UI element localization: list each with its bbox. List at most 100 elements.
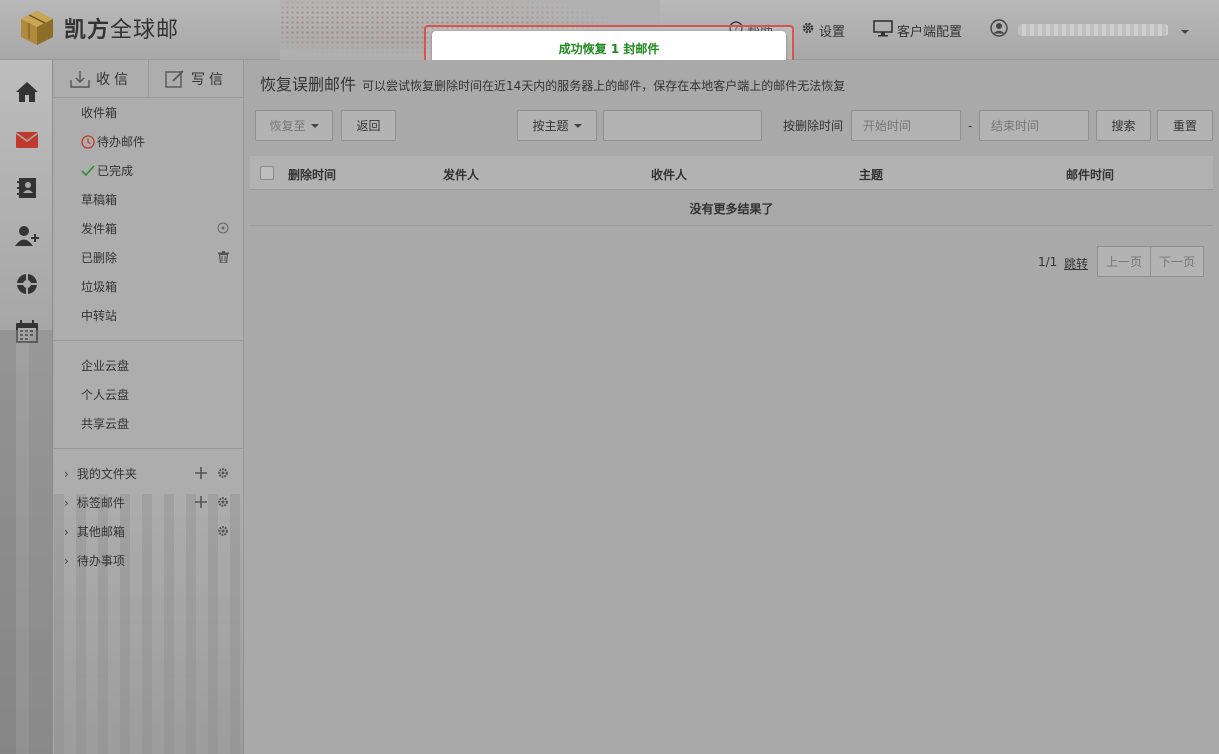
- folder-label: 个人云盘: [81, 388, 130, 402]
- divider: [54, 340, 243, 341]
- add-folder-icon[interactable]: [195, 467, 207, 482]
- logo-rest-text: 全球邮: [110, 18, 180, 43]
- trash-icon[interactable]: [218, 251, 229, 266]
- tag-gear-icon[interactable]: [217, 496, 229, 511]
- folder-personal-cloud[interactable]: 个人云盘: [54, 380, 243, 409]
- compose-mail-button[interactable]: 写信: [148, 60, 243, 97]
- user-plus-icon: [14, 226, 39, 246]
- folder-gear-icon[interactable]: [217, 467, 229, 482]
- check-icon: [81, 164, 95, 176]
- folder-label: 企业云盘: [81, 359, 130, 373]
- column-recipient[interactable]: 收件人: [651, 166, 687, 183]
- start-time-placeholder: 开始时间: [863, 119, 912, 133]
- tree-todo-items[interactable]: › 待办事项: [54, 546, 243, 575]
- clock-icon: [81, 134, 95, 149]
- folder-drafts[interactable]: 草稿箱: [54, 185, 243, 214]
- search-label: 搜索: [1111, 119, 1136, 133]
- folder-deleted[interactable]: 已删除: [54, 243, 243, 272]
- outbox-settings-icon[interactable]: [217, 222, 229, 237]
- app-icon-nav: [0, 60, 53, 754]
- search-button[interactable]: 搜索: [1096, 110, 1151, 141]
- nav-support[interactable]: [0, 260, 53, 308]
- page-hint: 可以尝试恢复删除时间在近14天内的服务器上的邮件，保存在本地客户端上的邮件无法恢…: [362, 79, 846, 93]
- compose-mail-label: 写信: [191, 71, 227, 88]
- folder-label: 待办事项: [76, 554, 125, 568]
- pager-jump-link[interactable]: 跳转: [1064, 255, 1088, 272]
- mailbox-gear-icon[interactable]: [217, 525, 229, 540]
- column-sender[interactable]: 发件人: [443, 166, 479, 183]
- nav-home[interactable]: [0, 68, 53, 116]
- nav-contacts[interactable]: [0, 164, 53, 212]
- folder-label: 标签邮件: [76, 496, 125, 510]
- chevron-right-icon: ›: [64, 524, 69, 539]
- divider: [54, 448, 243, 449]
- settings-label: 设置: [818, 24, 845, 40]
- select-all-checkbox[interactable]: [260, 166, 274, 180]
- back-button[interactable]: 返回: [341, 110, 396, 141]
- column-subject[interactable]: 主题: [859, 166, 883, 183]
- folder-todo[interactable]: 待办邮件: [54, 127, 243, 156]
- tree-my-folders[interactable]: › 我的文件夹: [54, 459, 243, 488]
- reset-button[interactable]: 重置: [1157, 110, 1213, 141]
- nav-add-contact[interactable]: [0, 212, 53, 260]
- restore-to-button[interactable]: 恢复至: [255, 110, 333, 141]
- folder-sent[interactable]: 发件箱: [54, 214, 243, 243]
- tree-tag-mail[interactable]: › 标签邮件: [54, 488, 243, 517]
- logo-bold-text: 凯方: [64, 18, 111, 43]
- address-book-icon: [16, 178, 36, 198]
- search-type-dropdown[interactable]: 按主题: [517, 110, 597, 141]
- folder-enterprise-cloud[interactable]: 企业云盘: [54, 351, 243, 380]
- end-time-input[interactable]: 结束时间: [979, 110, 1089, 141]
- chevron-down-icon: [1176, 23, 1189, 38]
- subject-search-input[interactable]: [603, 110, 762, 141]
- pager-info: 1/1: [1038, 255, 1058, 269]
- chevron-down-icon: [310, 123, 319, 128]
- user-menu[interactable]: [990, 19, 1189, 41]
- folder-transit[interactable]: 中转站: [54, 301, 243, 330]
- folder-label: 收件箱: [81, 106, 118, 120]
- app-logo[interactable]: 凯方全球邮: [18, 9, 179, 47]
- folder-label: 其他邮箱: [76, 525, 125, 539]
- settings-link[interactable]: 设置: [801, 21, 845, 40]
- end-time-placeholder: 结束时间: [991, 119, 1040, 133]
- folder-label: 我的文件夹: [76, 467, 137, 481]
- folder-shared-cloud[interactable]: 共享云盘: [54, 409, 243, 438]
- prev-page-button[interactable]: 上一页: [1097, 246, 1151, 277]
- page-title: 恢复误删邮件: [260, 75, 357, 94]
- reset-label: 重置: [1172, 119, 1197, 133]
- gear-icon: [801, 21, 815, 39]
- chevron-right-icon: ›: [64, 495, 69, 510]
- column-delete-time[interactable]: 删除时间: [288, 166, 336, 183]
- search-type-label: 按主题: [532, 119, 569, 133]
- mail-icon: [15, 132, 38, 148]
- folder-done[interactable]: 已完成: [54, 156, 243, 185]
- edit-icon: [165, 69, 184, 88]
- restore-to-label: 恢复至: [269, 119, 306, 133]
- folder-inbox[interactable]: 收件箱: [54, 98, 243, 127]
- lifebuoy-icon: [16, 274, 37, 294]
- folder-spam[interactable]: 垃圾箱: [54, 272, 243, 301]
- table-header: 删除时间 发件人 收件人 主题 邮件时间: [250, 156, 1213, 190]
- tree-other-mailbox[interactable]: › 其他邮箱: [54, 517, 243, 546]
- delete-time-label: 按删除时间: [783, 119, 844, 133]
- client-config-label: 客户端配置: [896, 24, 962, 40]
- start-time-input[interactable]: 开始时间: [851, 110, 961, 141]
- folder-label: 发件箱: [81, 222, 118, 236]
- add-tag-icon[interactable]: [195, 496, 207, 511]
- folder-label: 待办邮件: [97, 135, 146, 149]
- folder-label: 共享云盘: [81, 417, 130, 431]
- chevron-down-icon: [573, 123, 582, 128]
- folder-label: 已完成: [97, 164, 134, 178]
- folder-label: 草稿箱: [81, 193, 118, 207]
- range-dash: -: [968, 119, 973, 133]
- receive-mail-button[interactable]: 收信: [54, 60, 148, 97]
- receive-mail-label: 收信: [96, 71, 132, 88]
- building-background: [0, 330, 53, 754]
- next-page-button[interactable]: 下一页: [1150, 246, 1204, 277]
- user-email-redacted: [1018, 24, 1168, 36]
- chevron-right-icon: ›: [64, 466, 69, 481]
- main-content: 恢复误删邮件 可以尝试恢复删除时间在近14天内的服务器上的邮件，保存在本地客户端…: [244, 60, 1219, 754]
- nav-mail[interactable]: [0, 116, 53, 164]
- client-config-link[interactable]: 客户端配置: [873, 19, 962, 41]
- column-mail-time[interactable]: 邮件时间: [1066, 166, 1114, 183]
